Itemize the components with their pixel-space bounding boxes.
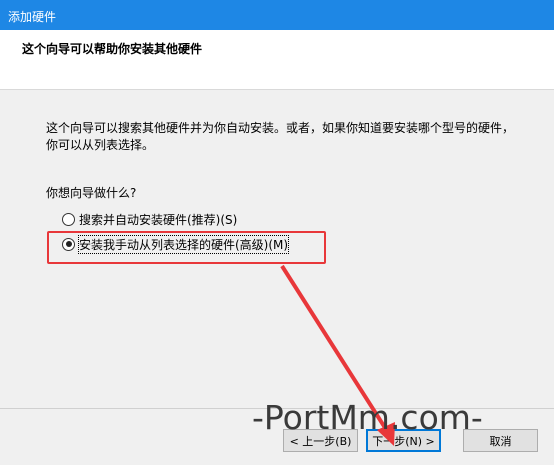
radio-search-auto-label[interactable]: 搜索并自动安装硬件(推荐)(S) [79, 211, 237, 228]
annotation-highlight-box [47, 231, 326, 264]
radio-button-icon[interactable] [62, 212, 75, 226]
wizard-header: 这个向导可以帮助你安装其他硬件 [0, 30, 554, 90]
window-title: 添加硬件 [8, 10, 57, 24]
wizard-header-title: 这个向导可以帮助你安装其他硬件 [22, 42, 203, 56]
wizard-question: 你想向导做什么? [46, 186, 137, 200]
radio-search-auto[interactable]: 搜索并自动安装硬件(推荐)(S) [62, 210, 237, 228]
watermark-text: -PortMm.com- [252, 398, 483, 437]
wizard-description: 这个向导可以搜索其他硬件并为你自动安装。或者，如果你知道要安装哪个型号的硬件，你… [46, 121, 515, 152]
window-titlebar[interactable]: 添加硬件 [0, 0, 554, 30]
wizard-content: 这个向导可以搜索其他硬件并为你自动安装。或者，如果你知道要安装哪个型号的硬件，你… [0, 90, 554, 408]
